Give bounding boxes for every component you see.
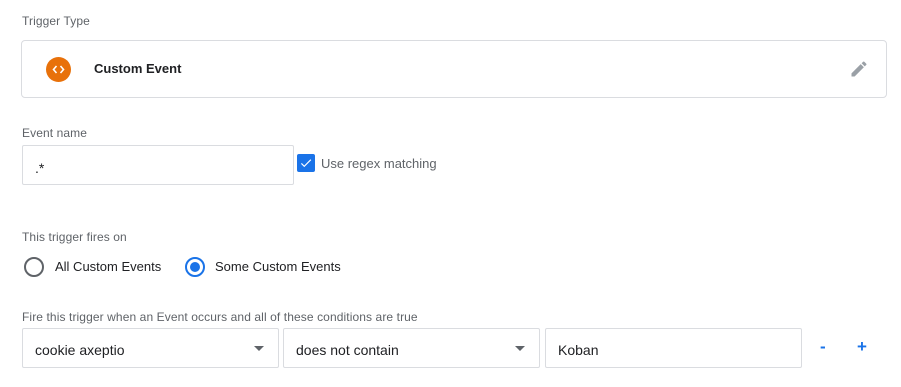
trigger-type-name: Custom Event	[94, 61, 182, 76]
condition-variable-select[interactable]: cookie axeptio	[22, 328, 279, 368]
trigger-type-card[interactable]: Custom Event	[21, 40, 887, 98]
radio-some-custom-events[interactable]	[185, 257, 205, 277]
radio-all-custom-events[interactable]	[24, 257, 44, 277]
condition-operator-select[interactable]: does not contain	[283, 328, 540, 368]
dropdown-arrow-icon	[515, 346, 525, 351]
radio-all-custom-events-label[interactable]: All Custom Events	[55, 259, 161, 274]
remove-condition-button[interactable]: -	[820, 337, 826, 357]
condition-operator-value: does not contain	[296, 342, 399, 358]
trigger-type-label: Trigger Type	[22, 14, 90, 28]
add-condition-button[interactable]: +	[857, 337, 867, 357]
condition-variable-value: cookie axeptio	[35, 342, 125, 358]
event-name-label: Event name	[22, 126, 88, 140]
event-name-input[interactable]: .*	[22, 145, 294, 185]
edit-pencil-icon[interactable]	[849, 59, 869, 79]
regex-checkbox[interactable]	[297, 154, 315, 172]
dropdown-arrow-icon	[254, 346, 264, 351]
condition-value-input[interactable]: Koban	[545, 328, 802, 368]
custom-event-icon	[46, 57, 71, 82]
fires-on-label: This trigger fires on	[22, 230, 127, 244]
conditions-label: Fire this trigger when an Event occurs a…	[22, 310, 418, 324]
radio-some-custom-events-label[interactable]: Some Custom Events	[215, 259, 341, 274]
regex-checkbox-label[interactable]: Use regex matching	[321, 156, 437, 171]
checkmark-icon	[300, 159, 312, 168]
